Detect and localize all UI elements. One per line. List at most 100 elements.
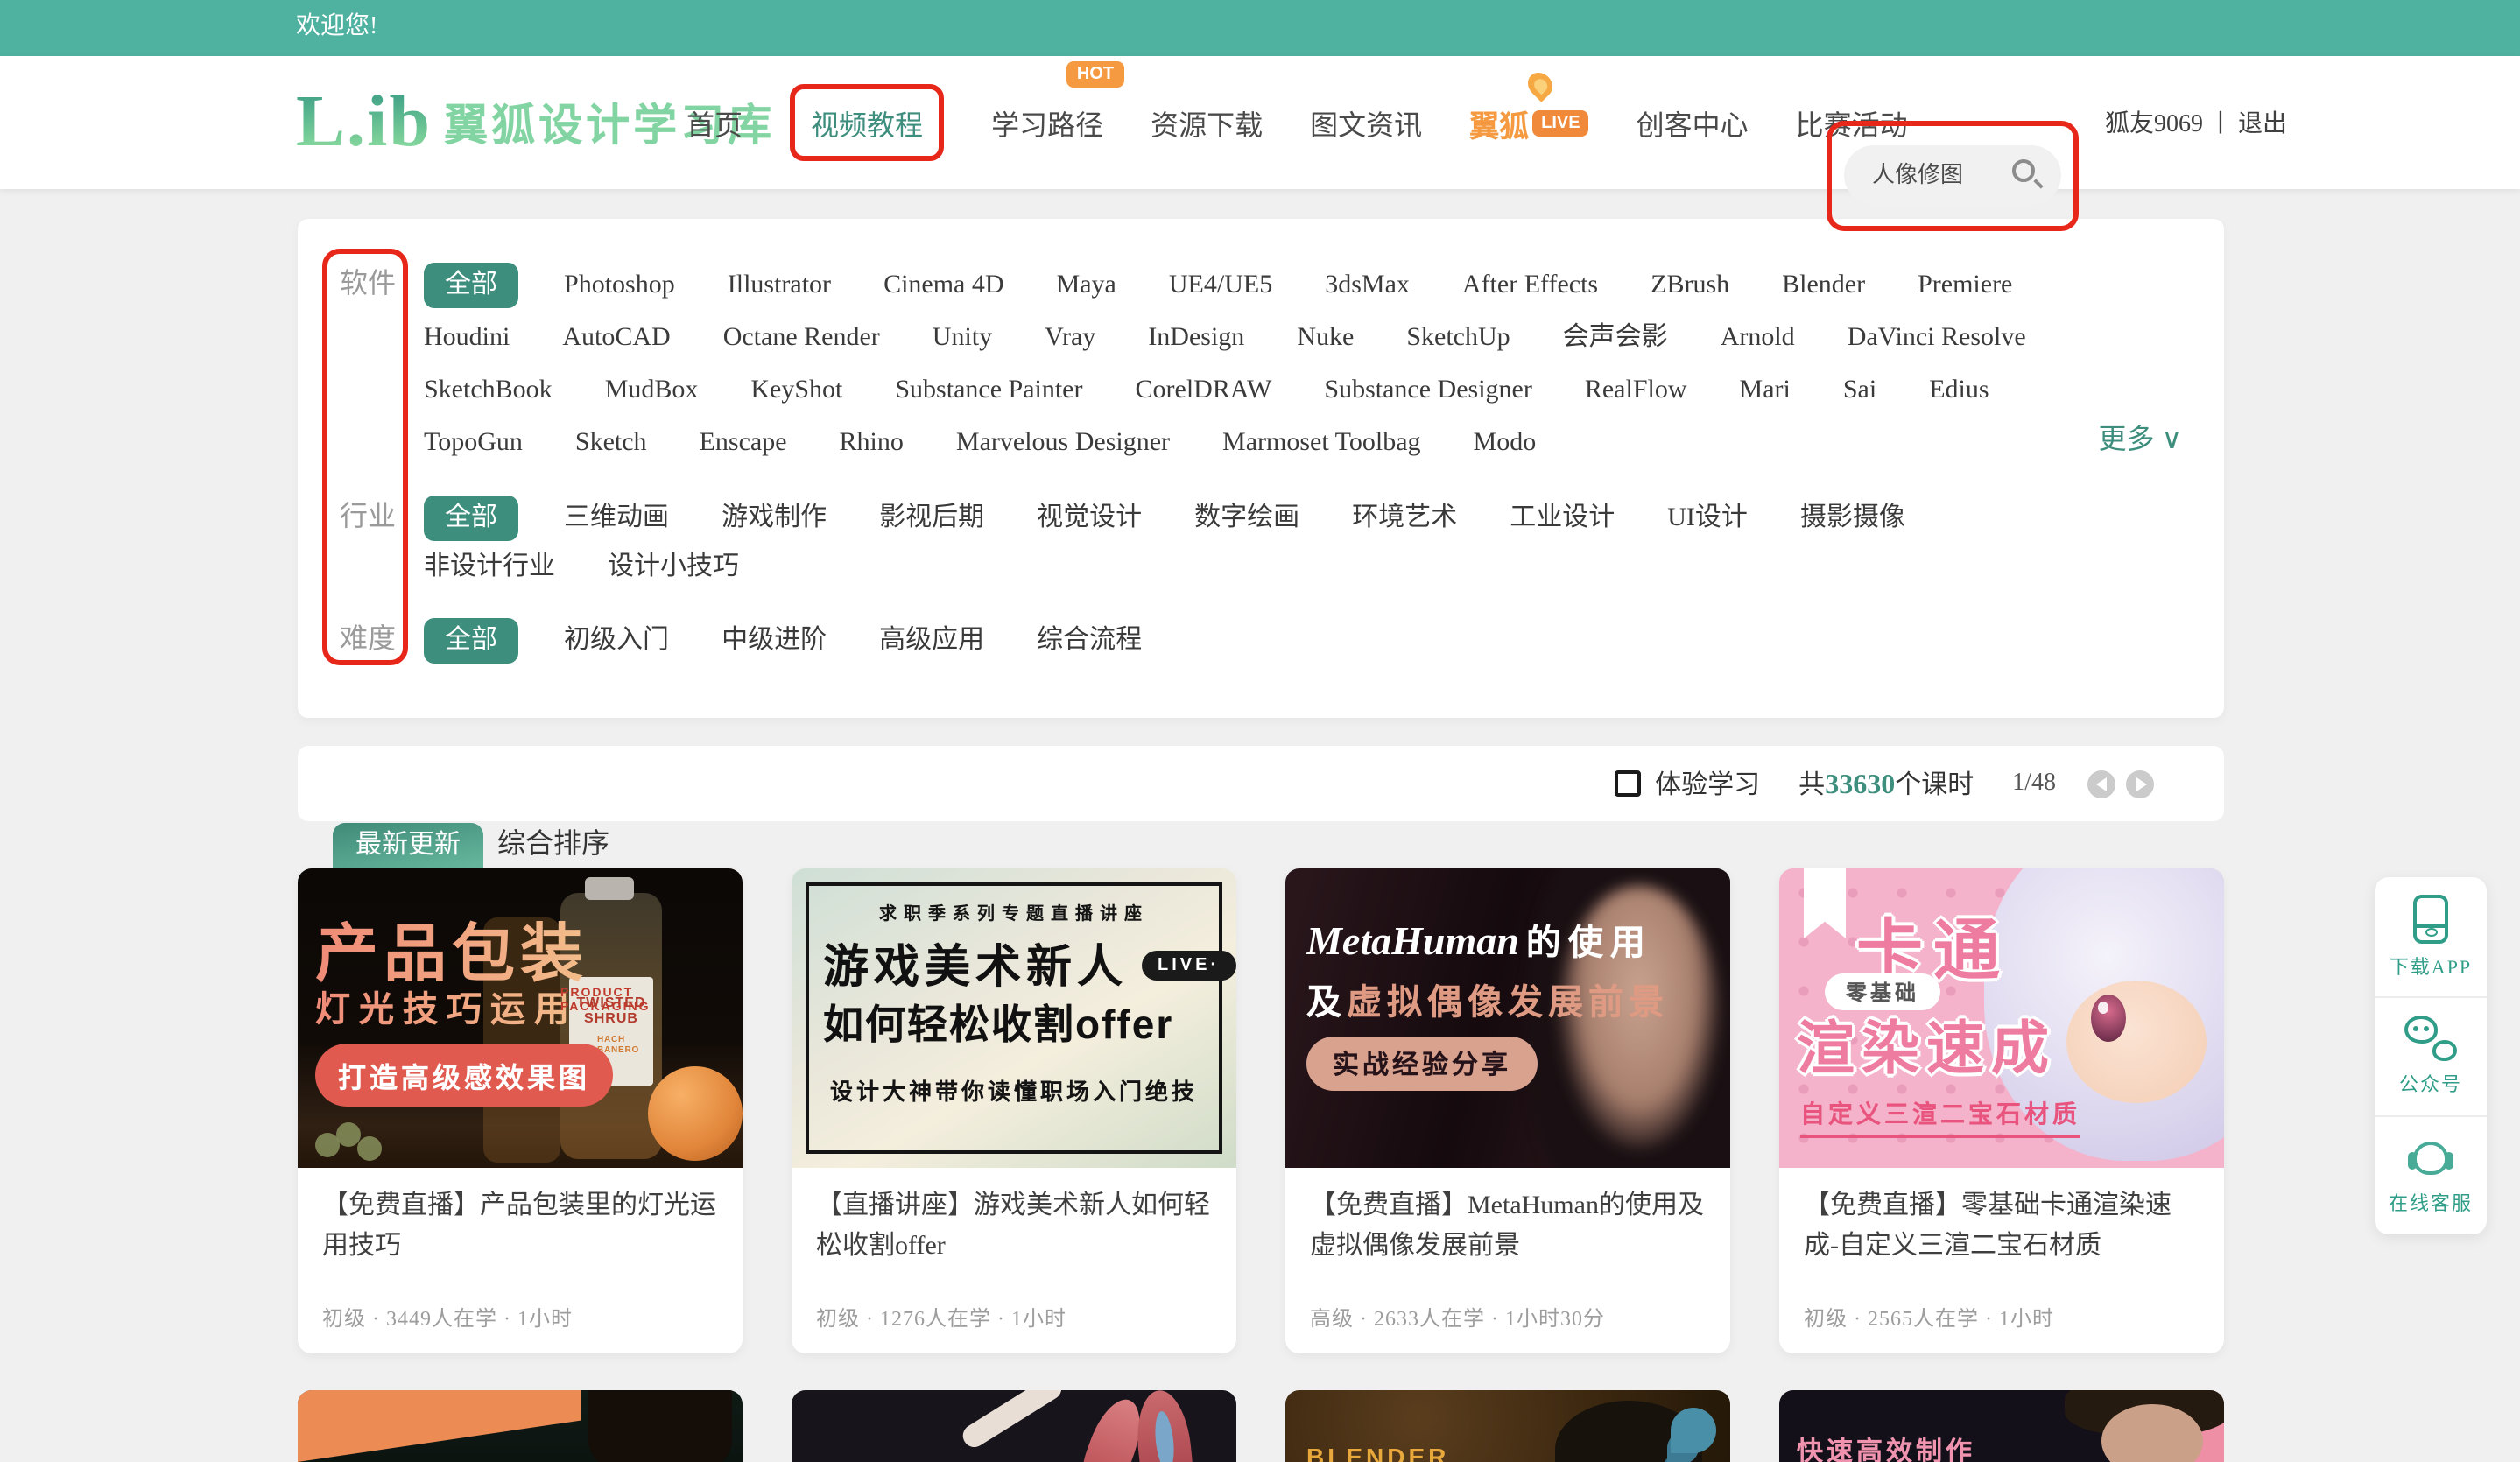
- software-tag[interactable]: Substance Painter: [895, 376, 1082, 404]
- industry-tag[interactable]: 工业设计: [1510, 504, 1615, 532]
- software-tag[interactable]: Maya: [1057, 271, 1116, 299]
- nav-articles[interactable]: 图文资讯: [1310, 102, 1422, 144]
- annotation-box-nav-video[interactable]: 视频教程: [790, 84, 944, 161]
- software-tag-all[interactable]: 全部: [424, 264, 518, 309]
- course-card-partial[interactable]: BLENDER: [1285, 1390, 1730, 1462]
- avatar-hair: [588, 1390, 732, 1462]
- software-tag[interactable]: Houdini: [424, 324, 510, 352]
- software-tag[interactable]: Illustrator: [728, 271, 831, 299]
- wechat-official-button[interactable]: 公众号: [2375, 996, 2487, 1115]
- software-tag[interactable]: UE4/UE5: [1169, 271, 1272, 299]
- software-tag[interactable]: Vray: [1045, 324, 1095, 352]
- nav-home[interactable]: 首页: [686, 102, 743, 144]
- online-service-button[interactable]: 在线客服: [2375, 1115, 2487, 1234]
- username[interactable]: 狐友9069: [2105, 105, 2203, 140]
- software-tag[interactable]: After Effects: [1462, 271, 1598, 299]
- course-title[interactable]: 【直播讲座】游戏美术新人如何轻松收割offer: [816, 1187, 1215, 1268]
- difficulty-tag[interactable]: 高级应用: [879, 627, 984, 655]
- software-tag[interactable]: Marmoset Toolbag: [1222, 429, 1421, 457]
- software-tag[interactable]: Sketch: [575, 429, 647, 457]
- industry-tag-all[interactable]: 全部: [424, 496, 518, 542]
- course-count: 共33630个课时: [1798, 765, 1974, 802]
- software-tag[interactable]: 会声会影: [1563, 324, 1668, 352]
- course-card[interactable]: 求职季系列专题直播讲座 游戏美术新人LIVE· 如何轻松收割offer 设计大神…: [792, 868, 1236, 1353]
- course-cover[interactable]: MetaHuman的使用 及虚拟偶像发展前景 实战经验分享: [1285, 868, 1730, 1168]
- industry-tag[interactable]: 三维动画: [564, 504, 669, 532]
- course-card[interactable]: 卡通 零基础 渲染速成 自定义三渲二宝石材质 【免费直播】零基础卡通渲染速成-自…: [1779, 868, 2224, 1353]
- course-card-partial[interactable]: [298, 1390, 743, 1462]
- industry-tag[interactable]: 设计小技巧: [608, 553, 739, 581]
- search-input[interactable]: [1872, 161, 1998, 189]
- more-link[interactable]: 更多 ∨: [2099, 415, 2182, 467]
- software-tag[interactable]: Cinema 4D: [883, 271, 1004, 299]
- industry-tag[interactable]: 数字绘画: [1194, 504, 1299, 532]
- software-tag[interactable]: Substance Designer: [1324, 376, 1531, 404]
- difficulty-tag[interactable]: 综合流程: [1037, 627, 1142, 655]
- software-tag[interactable]: Blender: [1782, 271, 1865, 299]
- industry-tag[interactable]: 影视后期: [879, 504, 984, 532]
- logout-link[interactable]: 退出: [2238, 105, 2287, 140]
- software-tag[interactable]: DaVinci Resolve: [1848, 324, 2026, 352]
- industry-row-1: 全部 三维动画 游戏制作 影视后期 视觉设计 数字绘画 环境艺术 工业设计 UI设计 摄影摄像: [424, 492, 1958, 545]
- course-title[interactable]: 【免费直播】零基础卡通渲染速成-自定义三渲二宝石材质: [1804, 1187, 2203, 1268]
- software-tag[interactable]: InDesign: [1148, 324, 1244, 352]
- course-card[interactable]: TWISTED SHRUB HACH HABANERO 产品包装 灯光技巧运用 …: [298, 868, 743, 1353]
- nav-resources[interactable]: 资源下载: [1151, 102, 1263, 144]
- course-title[interactable]: 【免费直播】产品包装里的灯光运用技巧: [322, 1187, 722, 1268]
- hot-badge: HOT: [1066, 61, 1124, 88]
- software-tag[interactable]: Octane Render: [723, 324, 880, 352]
- software-tag[interactable]: MudBox: [605, 376, 699, 404]
- industry-tag[interactable]: 环境艺术: [1352, 504, 1457, 532]
- difficulty-tag[interactable]: 初级入门: [564, 627, 669, 655]
- software-tag[interactable]: SketchBook: [424, 376, 553, 404]
- software-tag[interactable]: Sai: [1843, 376, 1876, 404]
- software-tag[interactable]: CorelDRAW: [1136, 376, 1272, 404]
- count-suffix: 个课时: [1895, 772, 1974, 800]
- nav-maker-center[interactable]: 创客中心: [1637, 102, 1749, 144]
- software-tag[interactable]: Mari: [1740, 376, 1791, 404]
- nav-live[interactable]: 翼狐 LIVE: [1469, 101, 1588, 144]
- course-card-partial[interactable]: 快速高效制作: [1779, 1390, 2224, 1462]
- course-cover[interactable]: 卡通 零基础 渲染速成 自定义三渲二宝石材质: [1779, 868, 2224, 1168]
- industry-tag[interactable]: 非设计行业: [424, 553, 555, 581]
- course-card[interactable]: MetaHuman的使用 及虚拟偶像发展前景 实战经验分享 【免费直播】Meta…: [1285, 868, 1730, 1353]
- software-tag[interactable]: ZBrush: [1651, 271, 1729, 299]
- difficulty-tag[interactable]: 中级进阶: [722, 627, 827, 655]
- tab-sort[interactable]: 综合排序: [497, 823, 609, 868]
- software-tag[interactable]: SketchUp: [1406, 324, 1510, 352]
- industry-tag[interactable]: 视觉设计: [1037, 504, 1142, 532]
- software-tag[interactable]: Rhino: [840, 429, 904, 457]
- software-tag[interactable]: Nuke: [1297, 324, 1354, 352]
- difficulty-tag-all[interactable]: 全部: [424, 619, 518, 664]
- course-title[interactable]: 【免费直播】MetaHuman的使用及虚拟偶像发展前景: [1310, 1187, 1709, 1268]
- software-tag[interactable]: Photoshop: [564, 271, 675, 299]
- course-card-partial[interactable]: [792, 1390, 1236, 1462]
- software-tag[interactable]: AutoCAD: [562, 324, 670, 352]
- trial-checkbox[interactable]: [1615, 770, 1641, 797]
- software-tag[interactable]: RealFlow: [1585, 376, 1687, 404]
- software-tag[interactable]: TopoGun: [424, 429, 523, 457]
- software-tag[interactable]: KeyShot: [750, 376, 842, 404]
- grape: [357, 1136, 382, 1161]
- industry-tag[interactable]: UI设计: [1667, 504, 1748, 532]
- industry-tag[interactable]: 摄影摄像: [1800, 504, 1905, 532]
- prev-page-button[interactable]: [2087, 770, 2115, 798]
- course-cover[interactable]: TWISTED SHRUB HACH HABANERO 产品包装 灯光技巧运用 …: [298, 868, 743, 1168]
- software-tag[interactable]: 3dsMax: [1325, 271, 1410, 299]
- course-cover[interactable]: 求职季系列专题直播讲座 游戏美术新人LIVE· 如何轻松收割offer 设计大神…: [792, 868, 1236, 1168]
- software-tag[interactable]: Premiere: [1918, 271, 2012, 299]
- software-tag[interactable]: Unity: [933, 324, 992, 352]
- software-tag[interactable]: Enscape: [700, 429, 787, 457]
- software-tag[interactable]: Modo: [1474, 429, 1537, 457]
- software-tag[interactable]: Arnold: [1721, 324, 1795, 352]
- industry-tag[interactable]: 游戏制作: [722, 504, 827, 532]
- search-icon[interactable]: [2012, 159, 2044, 191]
- nav-learning-path[interactable]: 学习路径 HOT: [991, 102, 1103, 144]
- trial-label[interactable]: 体验学习: [1655, 765, 1760, 802]
- search-box[interactable]: [1844, 145, 2061, 205]
- software-tag[interactable]: Marvelous Designer: [956, 429, 1170, 457]
- software-tag[interactable]: Edius: [1929, 376, 1989, 404]
- download-app-button[interactable]: 下载APP: [2375, 877, 2487, 996]
- tab-latest[interactable]: 最新更新: [333, 823, 483, 868]
- next-page-button[interactable]: [2126, 770, 2154, 798]
